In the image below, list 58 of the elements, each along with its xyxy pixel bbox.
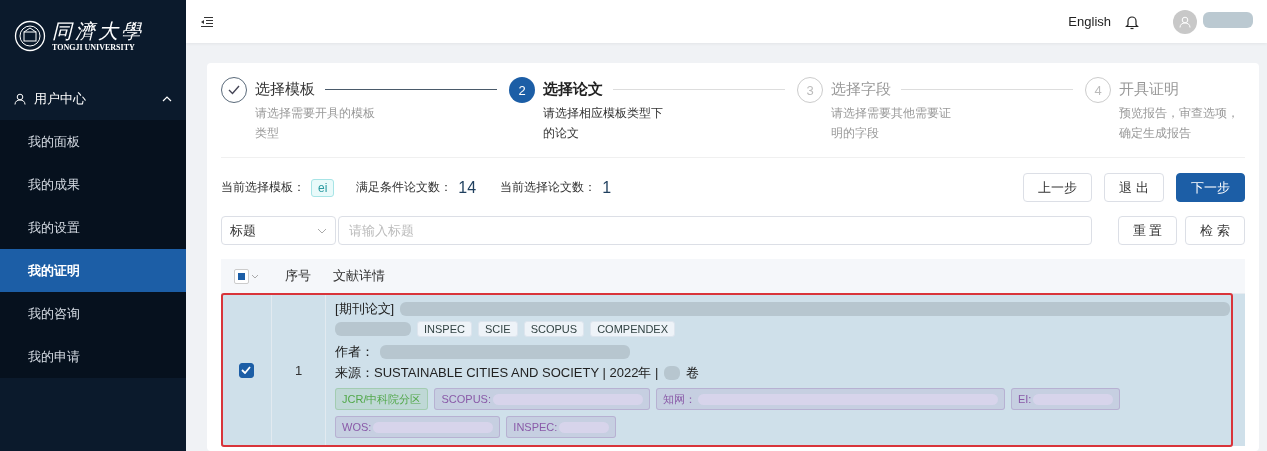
row-number: 1 — [294, 362, 303, 378]
metric-tag: JCR/中科院分区 — [335, 388, 429, 410]
step-title: 选择模板 — [255, 80, 315, 99]
step-title: 选择论文 — [543, 80, 603, 99]
next-button[interactable]: 下一步 — [1176, 173, 1245, 202]
metric-tag: SCOPUS: — [434, 388, 650, 410]
action-button[interactable]: 上一步 — [1023, 173, 1093, 202]
author-label: 作者： — [335, 343, 374, 361]
menu-group[interactable]: 用户中心 — [0, 78, 186, 120]
step-title: 选择字段 — [831, 80, 891, 99]
filter-button[interactable]: 检 索 — [1185, 216, 1245, 245]
step-description: 请选择相应模板类型下的论文 — [543, 105, 664, 142]
sidebar-item[interactable]: 我的申请 — [0, 335, 186, 378]
column-header: 序号 — [283, 267, 312, 285]
metric-tag: EI: — [1010, 388, 1121, 410]
logo-subtitle: TONGJI UNIVERSITY — [52, 43, 136, 52]
user-icon — [14, 93, 26, 105]
template-label: 当前选择模板： — [221, 179, 305, 196]
sidebar-item[interactable]: 我的证明 — [0, 249, 186, 292]
chevron-icon — [317, 227, 327, 234]
redaction-mark — [664, 366, 681, 380]
language-link[interactable]: English — [1068, 14, 1111, 29]
index-tag: COMPENDEX — [590, 321, 676, 337]
paper-type: [期刊论文] — [335, 300, 395, 318]
step-description: 请选择需要其他需要证明的字段 — [831, 105, 952, 142]
metric-tag: 知网： — [655, 388, 1005, 410]
sidebar-item[interactable]: 我的设置 — [0, 206, 186, 249]
matching-count: 14 — [458, 178, 477, 197]
index-tag: INSPEC — [417, 321, 472, 337]
volume-label: 卷 — [686, 364, 700, 382]
redaction-mark — [1203, 12, 1253, 28]
metric-tag: WOS: — [335, 416, 501, 438]
step-number: 2 — [509, 77, 535, 103]
index-tag: SCIE — [477, 321, 518, 337]
sidebar-item[interactable]: 我的成果 — [0, 163, 186, 206]
filter-button[interactable]: 重 置 — [1117, 216, 1178, 245]
selected-count: 1 — [602, 178, 612, 197]
index-tag: SCOPUS — [523, 321, 585, 337]
logo-title: 同濟大學 — [52, 20, 144, 41]
column-header: 文献详情 — [333, 268, 385, 283]
action-button[interactable]: 退 出 — [1104, 173, 1164, 202]
metric-tag: INSPEC: — [506, 416, 617, 438]
matching-label: 满足条件论文数： — [356, 179, 453, 196]
field-select[interactable]: 标题 — [221, 216, 336, 245]
menu-icon[interactable] — [200, 15, 214, 28]
step-description: 请选择需要开具的模板类型 — [255, 105, 376, 142]
source-text: 来源：SUSTAINABLE CITIES AND SOCIETY | 2022年 | — [335, 364, 659, 382]
selected-label: 当前选择论文数： — [500, 179, 597, 196]
step-description: 预览报告，审查选项，确定生成报告 — [1119, 105, 1240, 142]
row-checkbox[interactable] — [238, 362, 254, 378]
search-field[interactable]: 请输入标题 — [338, 216, 1092, 245]
sidebar-item[interactable]: 我的咨询 — [0, 292, 186, 335]
select-all-checkbox[interactable] — [233, 268, 259, 284]
template-tag: ei — [311, 178, 335, 197]
bell-icon[interactable] — [1125, 13, 1139, 30]
sidebar-item[interactable]: 我的面板 — [0, 120, 186, 163]
seal-icon — [14, 20, 46, 52]
step-title: 开具证明 — [1119, 80, 1179, 99]
